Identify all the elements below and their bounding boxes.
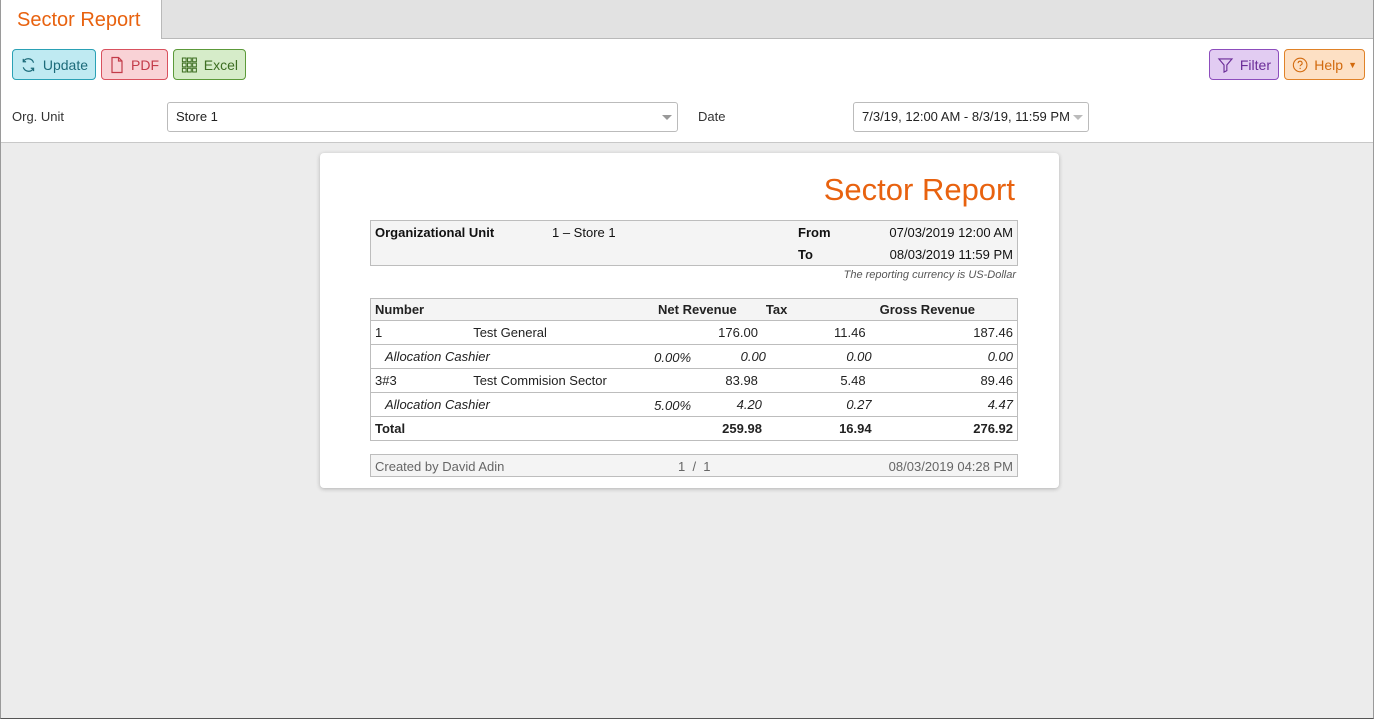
row-tax: 5.48 [840, 373, 866, 388]
date-label: Date [698, 109, 726, 124]
report-title: Sector Report [823, 172, 1015, 207]
row-name: Allocation Cashier 5.00% [371, 393, 691, 417]
tab-bar: Sector Report [1, 0, 1373, 40]
update-button[interactable]: Update [12, 49, 96, 80]
row-gross: 0.00 [987, 349, 1013, 364]
filter-label: Filter [1239, 56, 1271, 73]
row-net-text: 4.20 [736, 397, 762, 412]
date-range-value: 7/3/19, 12:00 AM - 8/3/19, 11:59 PM [862, 109, 1070, 124]
row-number: 1 [375, 325, 383, 340]
row-pct: 0.00% [654, 350, 692, 365]
total-label: Total [375, 421, 406, 436]
col-number: Number [375, 302, 425, 317]
table-row: 1 Test General 176.00 11.46 187.46 [370, 320, 1018, 345]
grid-icon [181, 57, 197, 72]
col-tax: Tax [765, 302, 788, 317]
row-tax: 0.27 [846, 397, 872, 412]
info-from-label: From [798, 225, 831, 240]
row-name: Allocation Cashier 0.00% [371, 345, 691, 369]
total-tax: 16.94 [839, 421, 872, 436]
report-page: Sector Report Organizational Unit 1 – St… [320, 153, 1059, 488]
info-org-unit-label: Organizational Unit [375, 225, 495, 240]
funnel-icon [1217, 57, 1234, 73]
row-name-text: Allocation Cashier [385, 349, 490, 364]
filter-button[interactable]: Filter [1209, 49, 1279, 80]
org-unit-select[interactable]: Store 1 [167, 102, 678, 132]
row-gross: 187.46 [973, 325, 1013, 340]
footer-timestamp: 08/03/2019 04:28 PM [888, 459, 1013, 474]
row-net-text: 0.00 [740, 349, 766, 364]
total-gross: 276.92 [973, 421, 1013, 436]
col-net-revenue: Net Revenue [658, 302, 737, 317]
row-name: Test Commision Sector [473, 373, 607, 388]
total-net-text: 259.98 [722, 421, 762, 436]
table-row: 3#3 Test Commision Sector 83.98 5.48 89.… [370, 368, 1018, 393]
org-unit-value: Store 1 [176, 109, 218, 124]
row-name-text: Allocation Cashier [385, 397, 490, 412]
currency-note: The reporting currency is US-Dollar [843, 269, 1016, 281]
info-org-unit-value: 1 – Store 1 [552, 225, 616, 240]
row-net: 83.98 [725, 373, 758, 388]
row-number: 3#3 [375, 373, 397, 388]
report-footer: Created by David Adin 1 / 1 08/03/2019 0… [370, 454, 1018, 477]
report-info-box: Organizational Unit 1 – Store 1 From 07/… [370, 220, 1018, 266]
sector-table: Number Net Revenue Tax Gross Revenue 1 T… [370, 298, 1018, 441]
info-to-label: To [798, 247, 813, 262]
table-total-row: Total 259.98 16.94 276.92 [370, 416, 1018, 441]
pdf-button[interactable]: PDF [101, 49, 168, 80]
row-tax: 11.46 [834, 325, 866, 340]
help-button[interactable]: Help ▼ [1284, 49, 1365, 80]
row-net: 176.00 [718, 325, 758, 340]
chevron-down-icon [1073, 115, 1083, 120]
refresh-icon [22, 57, 35, 72]
info-to-value: 08/03/2019 11:59 PM [889, 247, 1013, 262]
pdf-label: PDF [131, 56, 159, 73]
row-tax: 0.00 [846, 349, 872, 364]
excel-label: Excel [203, 56, 238, 73]
footer-page-number: 1 / 1 [678, 459, 711, 474]
caret-down-icon: ▼ [1348, 59, 1357, 70]
table-row: Allocation Cashier 0.00% 0.00 0.00 0.00 [370, 344, 1018, 369]
row-pct: 5.00% [654, 398, 692, 413]
table-row: Allocation Cashier 5.00% 4.20 0.27 4.47 [370, 392, 1018, 417]
help-label: Help [1314, 56, 1344, 73]
table-header-row: Number Net Revenue Tax Gross Revenue [370, 298, 1018, 321]
question-circle-icon [1292, 57, 1308, 72]
row-name: Test General [473, 325, 547, 340]
footer-created-by: Created by David Adin [375, 459, 505, 474]
row-gross: 89.46 [980, 373, 1013, 388]
excel-button[interactable]: Excel [173, 49, 246, 80]
filter-row: Org. Unit Store 1 Date 7/3/19, 12:00 AM … [1, 91, 1373, 143]
info-from-value: 07/03/2019 12:00 AM [889, 225, 1013, 240]
date-range-select[interactable]: 7/3/19, 12:00 AM - 8/3/19, 11:59 PM [853, 102, 1089, 132]
tab-sector-report[interactable]: Sector Report [1, 0, 162, 40]
chevron-down-icon [662, 115, 672, 120]
update-label: Update [42, 56, 88, 73]
toolbar: Update PDF Excel Filter Help ▼ [1, 39, 1373, 91]
org-unit-label: Org. Unit [12, 109, 65, 124]
total-net: 259.98 [654, 417, 762, 441]
row-gross: 4.47 [987, 397, 1013, 412]
col-gross-revenue: Gross Revenue [879, 302, 975, 317]
file-icon [111, 56, 123, 73]
